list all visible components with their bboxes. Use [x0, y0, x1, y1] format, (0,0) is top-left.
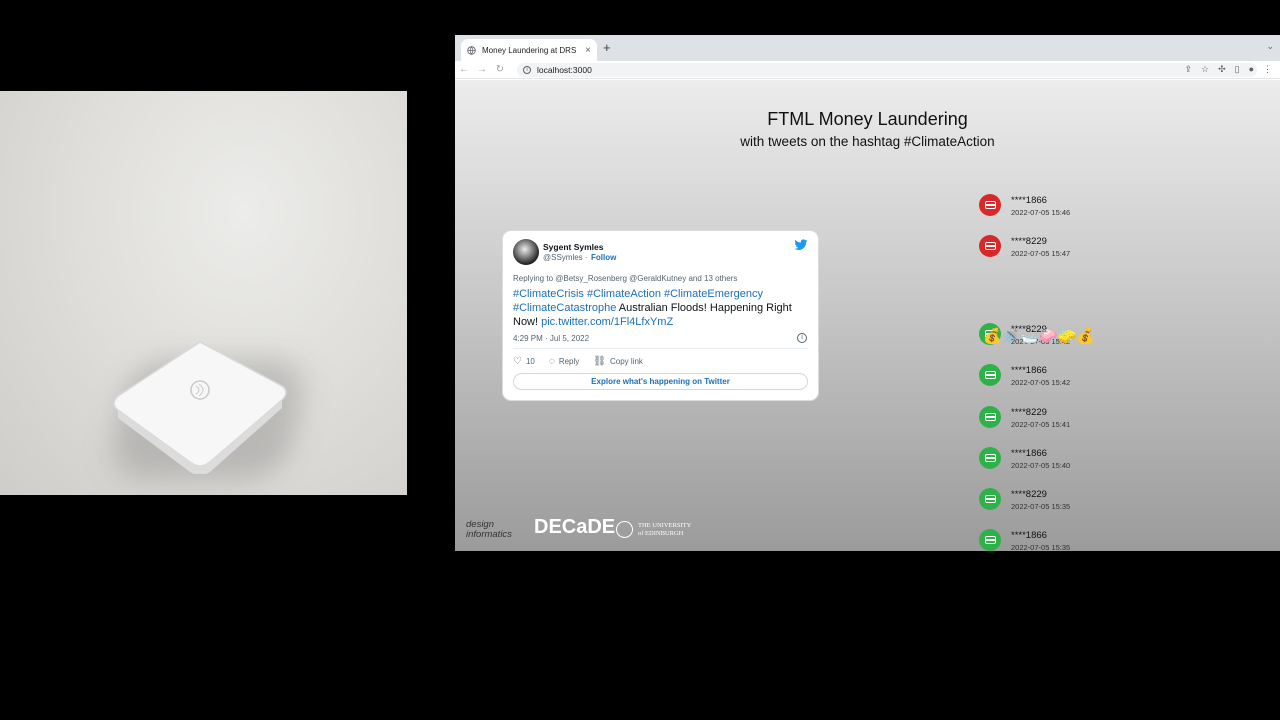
- explore-twitter-button[interactable]: Explore what's happening on Twitter: [513, 373, 808, 390]
- decade-logo: DECaDE: [534, 516, 616, 538]
- info-icon[interactable]: i: [797, 333, 807, 343]
- sidepanel-icon[interactable]: ▯: [1235, 64, 1240, 75]
- url-text: localhost:3000: [537, 65, 592, 75]
- transaction-item: ****1866 2022-07-05 15:40: [979, 447, 1139, 477]
- credit-card-icon: [984, 454, 996, 462]
- back-arrow-icon[interactable]: ←: [455, 64, 473, 75]
- follow-link[interactable]: Follow: [591, 253, 616, 262]
- avatar[interactable]: [513, 239, 539, 265]
- university-of-edinburgh-logo: THE UNIVERSITY of EDINBURGH: [616, 521, 691, 538]
- approved-card-badge: [979, 447, 1001, 469]
- pic-link[interactable]: pic.twitter.com/1Fl4LfxYmZ: [541, 316, 673, 328]
- logo-line: THE UNIVERSITY: [638, 522, 692, 529]
- tweet-timestamp[interactable]: 4:29 PM · Jul 5, 2022: [513, 334, 589, 343]
- card-number: ****8229: [1011, 489, 1047, 500]
- approved-card-badge: [979, 406, 1001, 428]
- page-subtitle: with tweets on the hashtag #ClimateActio…: [740, 134, 995, 149]
- browser-window: Money Laundering at DRS × + ⌄ ← → ↻ i lo…: [455, 35, 1280, 551]
- site-info-icon[interactable]: i: [523, 66, 531, 74]
- reload-icon[interactable]: ↻: [491, 64, 509, 75]
- transaction-time: 2022-07-05 15:46: [1011, 208, 1071, 217]
- address-bar[interactable]: i localhost:3000: [517, 63, 1257, 77]
- comment-icon: ◌: [548, 356, 555, 367]
- transaction-time: 2022-07-05 15:47: [1011, 249, 1071, 258]
- chevron-down-icon[interactable]: ⌄: [1266, 41, 1274, 52]
- kebab-menu-icon[interactable]: ⋮: [1263, 64, 1272, 75]
- approved-card-badge: [979, 488, 1001, 510]
- credit-card-icon: [984, 242, 996, 250]
- card-number: ****8229: [1011, 407, 1047, 418]
- transaction-time: 2022-07-05 15:35: [1011, 543, 1071, 551]
- copy-link-label: Copy link: [609, 357, 643, 366]
- heart-icon: ♡: [513, 356, 522, 367]
- web-page: FTML Money Laundering with tweets on the…: [455, 80, 1280, 551]
- transaction-item: ****1866 2022-07-05 15:42: [979, 364, 1139, 394]
- browser-tab[interactable]: Money Laundering at DRS ×: [461, 39, 597, 61]
- card-reader-device: [113, 341, 287, 474]
- credit-card-icon: [984, 536, 996, 544]
- card-number: ****1866: [1011, 365, 1047, 376]
- tab-strip: Money Laundering at DRS × + ⌄: [455, 35, 1280, 61]
- toolbar-icons: ⇪ ☆ ✣ ▯ ● ⋮: [1184, 64, 1272, 75]
- transaction-time: 2022-07-05 15:40: [1011, 461, 1071, 470]
- forward-arrow-icon[interactable]: →: [473, 64, 491, 75]
- tweet-text: #ClimateCrisis #ClimateAction #ClimateEm…: [513, 287, 809, 329]
- declined-card-badge: [979, 194, 1001, 216]
- card-number: ****1866: [1011, 530, 1047, 541]
- transaction-time: 2022-07-05 15:41: [1011, 420, 1071, 429]
- transaction-item: ****8229 2022-07-05 15:41: [979, 406, 1139, 436]
- copy-link-button[interactable]: ⛓ Copy link: [593, 356, 643, 367]
- credit-card-icon: [984, 413, 996, 421]
- reply-label: Reply: [558, 357, 580, 366]
- tab-title: Money Laundering at DRS: [482, 45, 577, 55]
- logo-line: informatics: [466, 529, 512, 540]
- puzzle-icon[interactable]: ✣: [1218, 64, 1226, 75]
- card-number: ****1866: [1011, 448, 1047, 459]
- twitter-bird-icon[interactable]: [794, 239, 808, 251]
- transaction-time: 2022-07-05 15:42: [1011, 378, 1071, 387]
- declined-card-badge: [979, 235, 1001, 257]
- stage: Money Laundering at DRS × + ⌄ ← → ↻ i lo…: [0, 0, 1280, 720]
- approved-card-badge: [979, 364, 1001, 386]
- card-number: ****8229: [1011, 236, 1047, 247]
- design-informatics-logo: design informatics: [466, 520, 512, 540]
- approved-card-badge: [979, 529, 1001, 551]
- globe-icon: [467, 45, 476, 55]
- tweet-author-name[interactable]: Sygent Symles: [543, 242, 603, 252]
- star-icon[interactable]: ☆: [1201, 64, 1209, 75]
- credit-card-icon: [984, 201, 996, 209]
- transaction-item: ****1866 2022-07-05 15:46: [979, 194, 1139, 224]
- camera-photo: [0, 91, 407, 495]
- credit-card-icon: [984, 371, 996, 379]
- replying-to: Replying to @Betsy_Rosenberg @GeraldKutn…: [513, 274, 738, 283]
- transaction-time: 2022-07-05 15:35: [1011, 502, 1071, 511]
- new-tab-button[interactable]: +: [603, 40, 611, 55]
- logo-line: of EDINBURGH: [638, 529, 684, 537]
- tweet-author-handle[interactable]: @SSymles ·: [543, 253, 588, 262]
- like-count: 10: [525, 357, 535, 366]
- profile-icon[interactable]: ●: [1249, 64, 1254, 75]
- hashtag-links[interactable]: #ClimateCrisis #ClimateAction #ClimateEm…: [513, 288, 763, 300]
- page-title: FTML Money Laundering: [767, 109, 968, 129]
- crest-icon: [616, 521, 633, 538]
- card-number: ****1866: [1011, 195, 1047, 206]
- like-button[interactable]: ♡ 10: [513, 356, 535, 367]
- link-icon: ⛓: [593, 356, 606, 367]
- tweet-actions: ♡ 10 ◌ Reply ⛓ Copy link: [513, 356, 643, 367]
- reply-button[interactable]: ◌ Reply: [549, 356, 579, 367]
- transaction-item: ****1866 2022-07-05 15:35: [979, 529, 1139, 551]
- uoe-text: THE UNIVERSITY of EDINBURGH: [638, 522, 691, 537]
- laundering-emoji-row: 💰🚿🛁🧼🧽💰: [983, 328, 1096, 345]
- transaction-item: ****8229 2022-07-05 15:47: [979, 235, 1139, 265]
- share-icon[interactable]: ⇪: [1184, 64, 1192, 75]
- close-tab-icon[interactable]: ×: [585, 45, 591, 56]
- browser-toolbar: ← → ↻ i localhost:3000 ⇪ ☆ ✣ ▯ ● ⋮: [455, 61, 1280, 79]
- hashtag-link[interactable]: #ClimateCatastrophe: [513, 302, 616, 314]
- embedded-tweet[interactable]: Sygent Symles @SSymles · Follow Replying…: [503, 231, 818, 400]
- divider: [513, 348, 808, 349]
- transaction-item: ****8229 2022-07-05 15:35: [979, 488, 1139, 518]
- credit-card-icon: [984, 495, 996, 503]
